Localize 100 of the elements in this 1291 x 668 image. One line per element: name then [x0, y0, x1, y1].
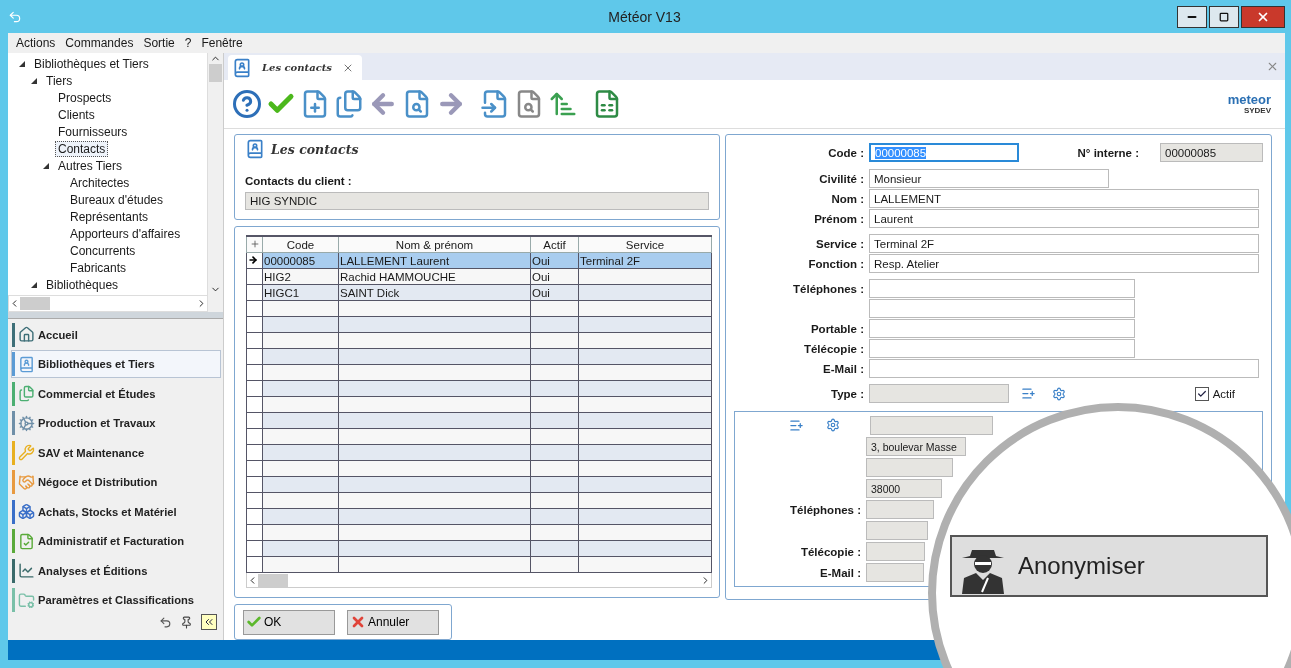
scrollbar-thumb[interactable]	[258, 573, 288, 587]
field-label: Type :	[830, 387, 865, 400]
input-field[interactable]: Monsieur	[869, 169, 1109, 188]
column-header[interactable]: Service	[578, 236, 712, 253]
tree-item[interactable]: Bibliothèques et Tiers	[31, 55, 152, 72]
input-field[interactable]	[869, 319, 1135, 338]
panel-title: Les contacts	[271, 141, 359, 157]
tree-item[interactable]: Fabricants	[67, 259, 130, 276]
module-icon	[18, 591, 35, 609]
nav-item[interactable]: Accueil	[11, 320, 221, 349]
tree-item[interactable]: Architectes	[67, 174, 133, 191]
scrollbar[interactable]	[246, 573, 712, 588]
files-icon	[334, 89, 364, 119]
field-label: N° interne :	[1076, 146, 1140, 159]
scrollbar-thumb[interactable]	[20, 296, 50, 310]
nav-item[interactable]: Analyses et Éditions	[11, 556, 221, 585]
nav-item[interactable]: Paramètres et Classifications	[11, 586, 221, 614]
input-field[interactable]: Laurent	[869, 209, 1259, 228]
field-label: E-Mail :	[822, 362, 865, 375]
close-button[interactable]	[1241, 5, 1285, 28]
close-icon	[1266, 60, 1279, 73]
field-label: Civilité :	[818, 172, 865, 185]
tab[interactable]: Les contacts	[228, 55, 362, 80]
expanded-arrow-icon[interactable]	[30, 280, 38, 289]
module-icon	[18, 503, 35, 520]
address-field: 3, boulevar Masse	[866, 437, 966, 456]
input-field[interactable]: LALLEMENT	[869, 189, 1259, 208]
collapse-button[interactable]	[201, 614, 217, 630]
nav-item[interactable]: Administratif et Facturation	[11, 527, 221, 555]
nav-item[interactable]: Achats, Stocks et Matériel	[11, 497, 221, 526]
nav-item[interactable]: Commercial et Études	[11, 379, 221, 408]
tree-item[interactable]: Clients	[55, 106, 98, 123]
gear-icon[interactable]	[1052, 386, 1066, 401]
input-field[interactable]	[869, 279, 1135, 298]
address-field	[866, 500, 934, 519]
tree-item[interactable]: Apporteurs d'affaires	[67, 225, 184, 242]
column-header[interactable]: Actif	[530, 236, 579, 253]
address-field	[866, 521, 928, 540]
check-icon	[1196, 388, 1207, 399]
menu-item[interactable]: ?	[184, 36, 192, 50]
maximize-icon	[1219, 11, 1229, 22]
menu-item[interactable]: Actions	[16, 36, 56, 50]
tree-item[interactable]: Autres Tiers	[55, 157, 126, 174]
expanded-arrow-icon[interactable]	[42, 161, 50, 170]
address-field	[866, 542, 925, 561]
checkbox[interactable]	[1194, 386, 1209, 401]
expanded-arrow-icon[interactable]	[30, 76, 38, 85]
column-header[interactable]: Nom & prénom	[338, 236, 531, 253]
tree-item[interactable]: Tiers	[43, 72, 76, 89]
tree-item[interactable]: Contacts	[55, 140, 109, 157]
window-title: Météor V13	[607, 8, 682, 25]
scrollbar-thumb[interactable]	[209, 64, 222, 82]
field-label: Fonction :	[807, 257, 865, 270]
expanded-arrow-icon[interactable]	[18, 59, 26, 68]
add-column-button[interactable]	[246, 236, 263, 253]
tree-item[interactable]: Concurrents	[67, 242, 139, 259]
tree-item[interactable]: Représentants	[67, 208, 152, 225]
field-label: Portable :	[809, 322, 865, 335]
tree-item[interactable]: Fournisseurs	[55, 123, 131, 140]
menu-item[interactable]: Sortie	[143, 36, 175, 50]
menu-item[interactable]: Commandes	[65, 36, 134, 50]
nav-item[interactable]: Production et Travaux	[11, 409, 221, 437]
type-field[interactable]	[869, 384, 1009, 403]
field-label: Télécopie :	[799, 545, 862, 558]
pin-icon[interactable]	[180, 615, 193, 629]
field-label: Code :	[827, 146, 865, 159]
copy-document-button[interactable]	[334, 89, 364, 119]
menu-item[interactable]: Fenêtre	[201, 36, 243, 50]
checkbox-label: Actif	[1212, 387, 1235, 400]
nav-item[interactable]: Négoce et Distribution	[11, 468, 221, 496]
module-icon	[18, 385, 35, 402]
input-field[interactable]	[869, 299, 1135, 318]
input-field[interactable]: Resp. Atelier	[869, 254, 1259, 273]
list-icon[interactable]	[1021, 386, 1036, 401]
ok-button[interactable]: OK	[243, 609, 335, 635]
module-icon	[18, 414, 35, 432]
tree-item[interactable]: Bibliothèques	[43, 276, 122, 293]
cancel-button[interactable]: Annuler	[347, 609, 439, 635]
gear-icon[interactable]	[826, 418, 840, 432]
input-field[interactable]: Terminal 2F	[869, 234, 1259, 253]
field-label: Téléphones :	[792, 282, 865, 295]
internal-number-field: 00000085	[1160, 143, 1263, 162]
module-icon	[18, 532, 35, 550]
list-icon[interactable]	[789, 418, 804, 433]
field-label: E-Mail :	[819, 566, 862, 579]
help-button[interactable]	[232, 89, 262, 119]
tree-item[interactable]: Prospects	[55, 89, 115, 106]
maximize-button[interactable]	[1209, 5, 1239, 28]
nav-item[interactable]: Bibliothèques et Tiers	[11, 350, 221, 378]
module-icon	[18, 444, 35, 461]
client-field: HIG SYNDIC	[245, 192, 709, 210]
anonymize-button[interactable]: Anonymiser	[950, 535, 1268, 597]
address-field: 38000	[866, 479, 942, 498]
column-header[interactable]: Code	[262, 236, 339, 253]
input-field[interactable]	[869, 339, 1135, 358]
nav-item[interactable]: SAV et Maintenance	[11, 438, 221, 467]
input-field[interactable]	[869, 359, 1259, 378]
tree-item[interactable]: Bureaux d'études	[67, 191, 167, 208]
minimize-button[interactable]	[1177, 5, 1207, 28]
address-field	[866, 563, 924, 582]
